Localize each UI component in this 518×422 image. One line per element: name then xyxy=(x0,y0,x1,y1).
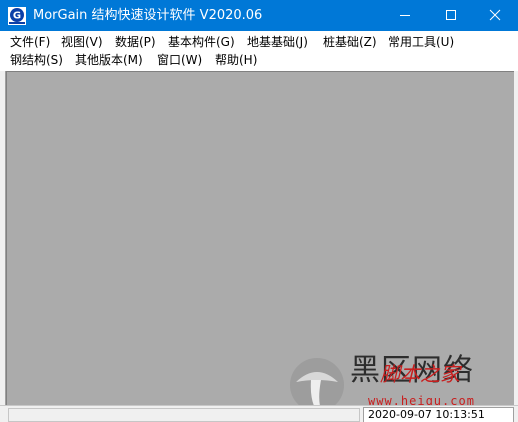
menu-pile-foundation[interactable]: 桩基础(Z) xyxy=(323,33,377,51)
menu-window[interactable]: 窗口(W) xyxy=(157,51,202,69)
title-bar[interactable]: G MorGain 结构快速设计软件 V2020.06 xyxy=(0,0,518,31)
status-bar: 2020-09-07 10:13:51 xyxy=(0,405,518,422)
window-title: MorGain 结构快速设计软件 V2020.06 xyxy=(33,8,263,23)
menu-data[interactable]: 数据(P) xyxy=(115,33,156,51)
menu-common-tools[interactable]: 常用工具(U) xyxy=(388,33,454,51)
status-message-pane xyxy=(8,408,360,422)
menu-basic-members[interactable]: 基本构件(G) xyxy=(168,33,235,51)
menu-file[interactable]: 文件(F) xyxy=(10,33,50,51)
menu-steel-structure[interactable]: 钢结构(S) xyxy=(10,51,63,69)
maximize-icon xyxy=(446,10,456,20)
minimize-button[interactable] xyxy=(382,0,428,31)
watermark-subtitle: 脚本之家 xyxy=(380,362,460,386)
menu-other-versions[interactable]: 其他版本(M) xyxy=(75,51,143,69)
svg-text:G: G xyxy=(13,11,21,22)
menu-help[interactable]: 帮助(H) xyxy=(215,51,257,69)
app-window: G MorGain 结构快速设计软件 V2020.06 文件(F) 视图(V) xyxy=(0,0,518,422)
menu-bar: 文件(F) 视图(V) 数据(P) 基本构件(G) 地基基础(J) 桩基础(Z)… xyxy=(0,31,518,71)
close-icon xyxy=(489,9,501,21)
menu-foundation[interactable]: 地基基础(J) xyxy=(247,33,308,51)
minimize-icon xyxy=(400,15,410,16)
status-datetime: 2020-09-07 10:13:51 xyxy=(363,407,514,422)
maximize-button[interactable] xyxy=(428,0,474,31)
menu-view[interactable]: 视图(V) xyxy=(61,33,103,51)
close-button[interactable] xyxy=(472,0,518,31)
app-logo-icon[interactable]: G xyxy=(8,7,26,25)
